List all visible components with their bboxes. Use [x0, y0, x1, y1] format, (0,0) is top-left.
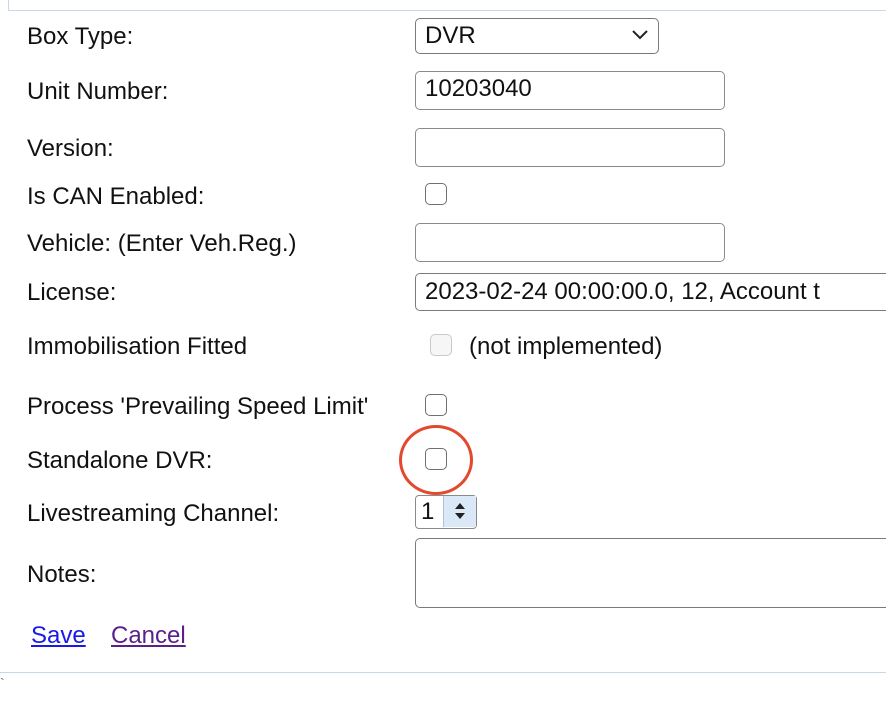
license-label: License:	[27, 279, 117, 306]
livestreaming-label: Livestreaming Channel:	[27, 500, 280, 527]
box-type-select[interactable]: DVR	[415, 18, 659, 54]
livestreaming-value: 1	[421, 498, 435, 525]
vehicle-label: Vehicle: (Enter Veh.Reg.)	[27, 230, 297, 257]
corner-mark: `	[0, 675, 5, 691]
panel-frame-bottom	[0, 672, 886, 673]
box-type-label: Box Type:	[27, 23, 134, 50]
chevron-down-icon	[632, 30, 648, 40]
standalone-dvr-label: Standalone DVR:	[27, 447, 213, 474]
version-input[interactable]	[415, 128, 725, 167]
version-label: Version:	[27, 135, 114, 162]
stepper-buttons[interactable]	[443, 496, 476, 527]
unit-number-input[interactable]: 10203040	[415, 71, 725, 110]
prevailing-speed-checkbox[interactable]	[425, 394, 447, 416]
highlight-circle	[399, 425, 473, 495]
license-select[interactable]: 2023-02-24 00:00:00.0, 12, Account t	[415, 273, 886, 311]
box-type-value: DVR	[425, 22, 476, 49]
cancel-link[interactable]: Cancel	[111, 622, 186, 650]
is-can-enabled-label: Is CAN Enabled:	[27, 183, 205, 210]
immobilisation-checkbox	[430, 334, 452, 356]
notes-textarea[interactable]	[415, 538, 886, 608]
livestreaming-stepper[interactable]: 1	[415, 495, 477, 529]
panel-frame-top	[8, 0, 886, 11]
is-can-enabled-checkbox[interactable]	[425, 183, 447, 205]
vehicle-input[interactable]	[415, 223, 725, 262]
prevailing-speed-label: Process 'Prevailing Speed Limit'	[27, 393, 369, 420]
notes-label: Notes:	[27, 561, 97, 588]
stepper-arrows-icon	[455, 503, 465, 519]
immobilisation-label: Immobilisation Fitted	[27, 333, 248, 360]
immobilisation-note: (not implemented)	[469, 333, 663, 360]
unit-number-label: Unit Number:	[27, 78, 169, 105]
save-link[interactable]: Save	[31, 622, 86, 650]
